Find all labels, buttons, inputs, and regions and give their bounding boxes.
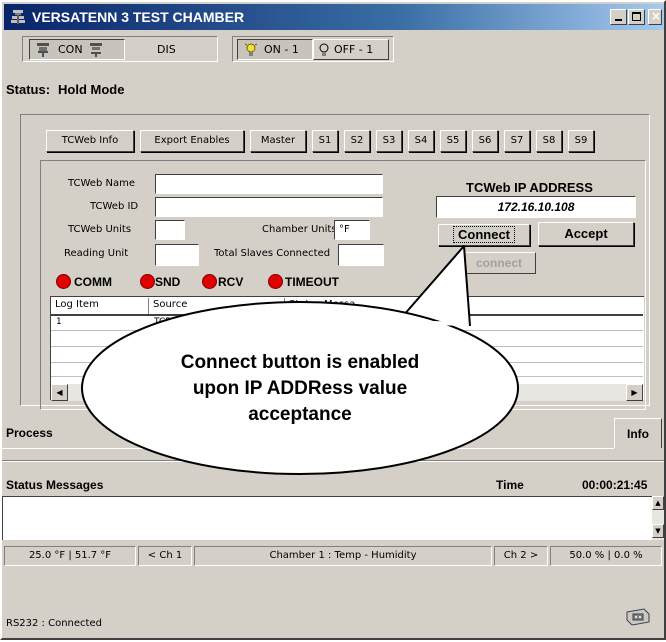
app-window: VERSATENN 3 TEST CHAMBER × CON DIS ON - … — [0, 0, 666, 640]
callout-line-3: acceptance — [248, 404, 352, 425]
callout-line-1: Connect button is enabled — [180, 352, 420, 373]
callout-text: Connect button is enabled upon IP ADDRes… — [150, 350, 450, 428]
callout-bubble — [81, 245, 519, 475]
callout-line-2: upon IP ADDRess value — [192, 378, 408, 399]
